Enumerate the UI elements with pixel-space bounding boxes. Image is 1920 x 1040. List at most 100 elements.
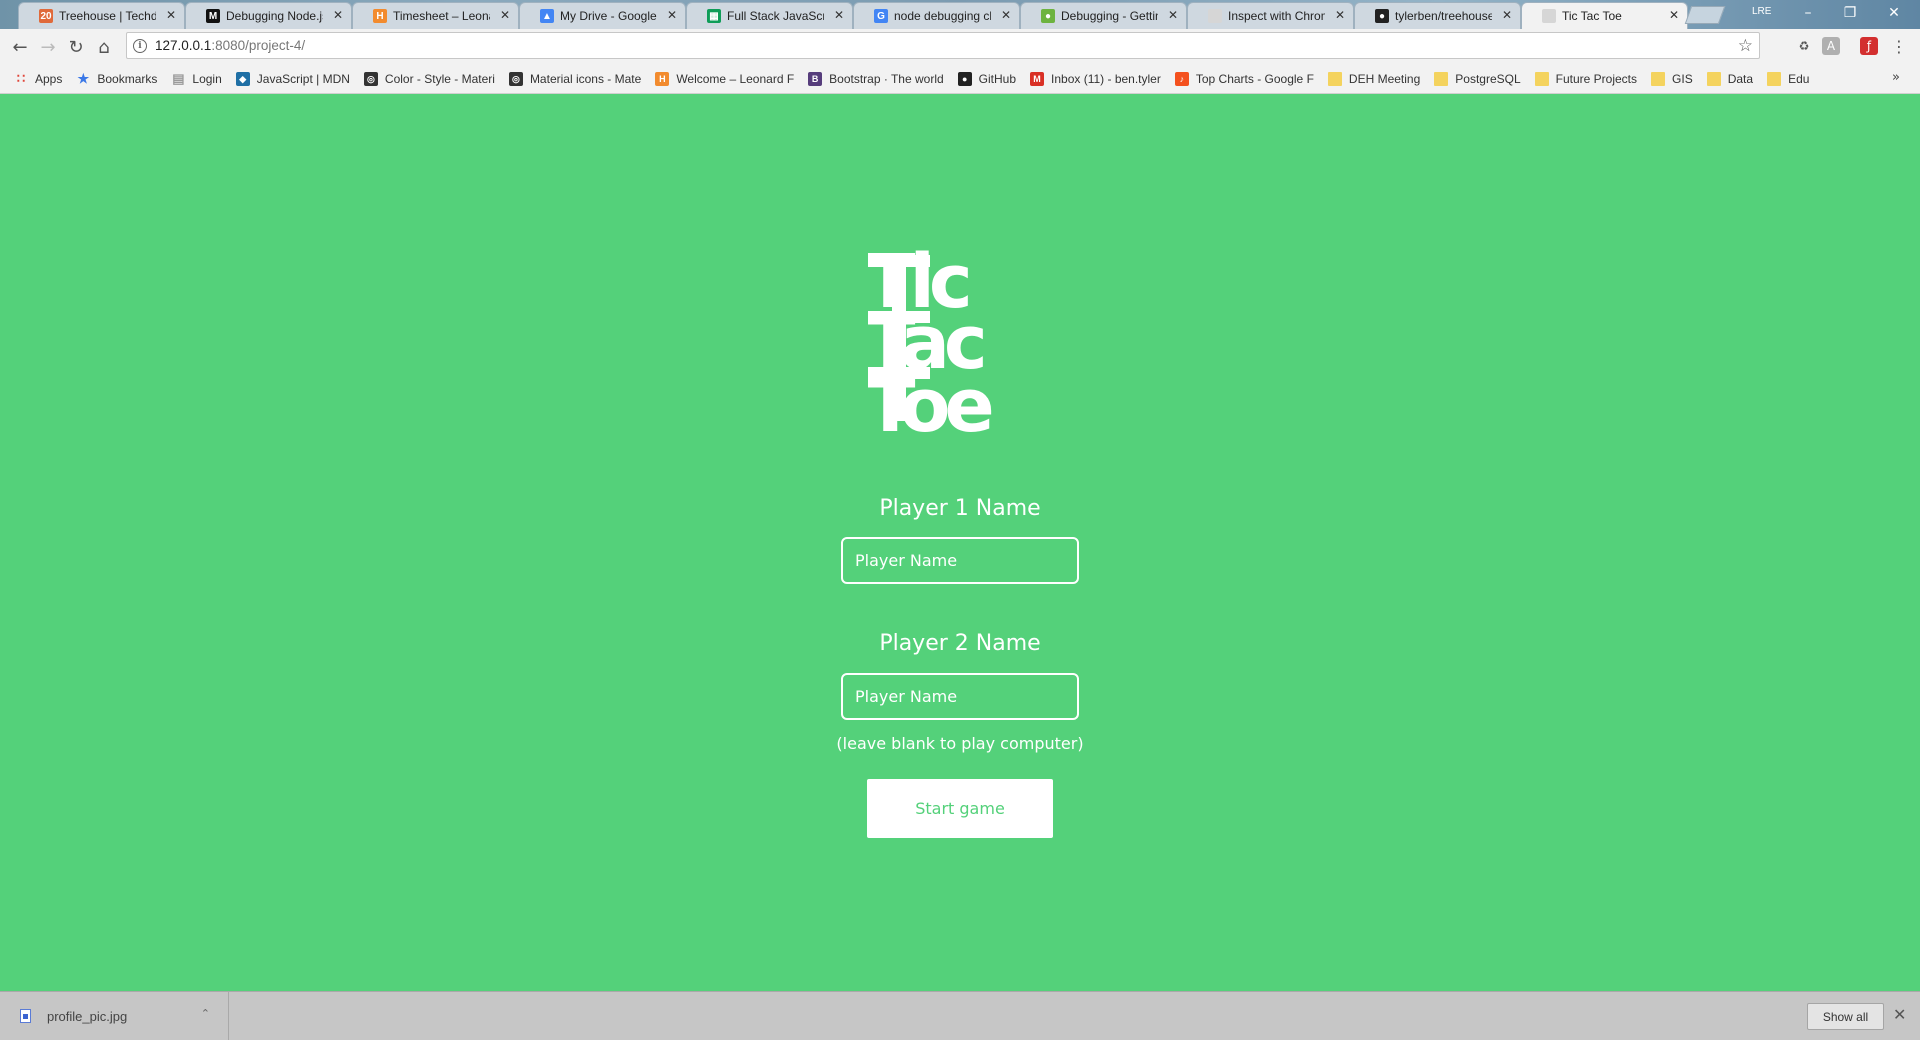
bookmarks-list: ∷ Apps ★ Bookmarks ▤ Login ◆ JavaScript | MDN ◎ C… <box>14 69 1823 89</box>
tab-close-icon[interactable]: ✕ <box>1168 8 1178 22</box>
home-icon[interactable]: ⌂ <box>92 35 116 59</box>
bookmark-item[interactable]: ♪ Top Charts - Google F <box>1174 72 1314 86</box>
tab-favicon-icon: 20 <box>39 9 53 23</box>
browser-tab[interactable]: Gnode debugging ch ✕ <box>853 2 1020 29</box>
player1-name-input[interactable] <box>841 537 1079 584</box>
folder-icon <box>1706 72 1721 86</box>
tab-favicon-icon: H <box>373 9 387 23</box>
bookmark-label: Top Charts - Google F <box>1195 72 1314 86</box>
menu-kebab-icon[interactable]: ⋮ <box>1890 37 1908 56</box>
tic-tac-toe-logo: Tic Tac Toe <box>868 245 997 449</box>
bookmark-label: Edu <box>1788 72 1810 86</box>
bookmark-star-icon[interactable]: ☆ <box>1738 36 1753 56</box>
player2-name-input[interactable] <box>841 673 1079 720</box>
bookmark-item[interactable]: ◎ Color - Style - Materi <box>363 72 495 86</box>
bookmark-item[interactable]: ▤ Login <box>171 71 222 86</box>
restore-icon[interactable]: ❐ <box>1830 2 1870 24</box>
tab-title: Inspect with Chrom <box>1228 9 1325 23</box>
browser-tab[interactable]: ▦ Full Stack JavaScript ✕ <box>686 2 853 29</box>
tab-title: node debugging ch <box>894 9 991 23</box>
harvest-icon: H <box>655 72 670 86</box>
star-icon: ★ <box>77 71 90 86</box>
extension-pdf-icon[interactable]: ƒ <box>1860 37 1878 55</box>
bookmark-label: Future Projects <box>1555 72 1638 86</box>
player2-label: Player 2 Name <box>879 631 1041 656</box>
close-window-icon[interactable]: ✕ <box>1874 2 1914 24</box>
bookmark-item[interactable]: ◎ Material icons - Mate <box>508 72 642 86</box>
folder-icon <box>1651 72 1666 86</box>
bookmark-label: Material icons - Mate <box>529 72 642 86</box>
site-info-icon[interactable]: i <box>133 38 147 53</box>
minimize-icon[interactable]: – <box>1788 2 1828 24</box>
tab-favicon-icon: G <box>874 9 888 23</box>
browser-tab[interactable]: Inspect with Chrom ✕ <box>1187 2 1354 29</box>
github-icon: ● <box>957 72 972 86</box>
browser-tab[interactable]: ● tylerben/treehouse ✕ <box>1354 2 1521 29</box>
browser-tab[interactable]: Tic Tac Toe ✕ <box>1521 2 1688 29</box>
extension-translate-icon[interactable]: A <box>1822 37 1840 55</box>
browser-tab[interactable]: M Debugging Node.js ✕ <box>185 2 352 29</box>
address-bar[interactable]: i 127.0.0.1:8080/project-4/ ☆ <box>126 32 1760 59</box>
charts-icon: ♪ <box>1174 72 1189 86</box>
bookmark-item[interactable]: Data <box>1706 72 1754 86</box>
tab-title: Full Stack JavaScript <box>727 9 824 23</box>
tab-close-icon[interactable]: ✕ <box>667 8 677 22</box>
tab-close-icon[interactable]: ✕ <box>1502 8 1512 22</box>
bookmark-item[interactable]: Edu <box>1767 72 1809 86</box>
tab-close-icon[interactable]: ✕ <box>1001 8 1011 22</box>
bookmark-item[interactable]: H Welcome – Leonard F <box>655 72 794 86</box>
forward-arrow-icon[interactable]: → <box>36 35 60 59</box>
bookmark-item[interactable]: B Bootstrap · The world <box>808 72 944 86</box>
image-file-icon <box>20 1009 31 1023</box>
new-tab-button[interactable] <box>1684 6 1726 24</box>
tab-title: Treehouse | Techdeg <box>59 9 156 23</box>
bookmark-item[interactable]: Future Projects <box>1534 72 1638 86</box>
bookmark-label: Data <box>1727 72 1754 86</box>
start-screen: Tic Tac Toe Player 1 Name Player 2 Name … <box>0 95 1920 991</box>
browser-toolbar: ← → ↻ ⌂ i 127.0.0.1:8080/project-4/ ☆ ♻ … <box>0 29 1920 64</box>
bookmark-label: GIS <box>1672 72 1693 86</box>
browser-tab[interactable]: H Timesheet – Leonar ✕ <box>352 2 519 29</box>
extension-recycle-icon[interactable]: ♻ <box>1795 37 1813 55</box>
bookmark-label: Welcome – Leonard F <box>676 72 795 86</box>
bookmark-item[interactable]: ◆ JavaScript | MDN <box>235 72 350 86</box>
tab-close-icon[interactable]: ✕ <box>834 8 844 22</box>
bookmark-item[interactable]: DEH Meeting <box>1327 72 1421 86</box>
bookmark-label: DEH Meeting <box>1348 72 1421 86</box>
bookmark-item[interactable]: M Inbox (11) - ben.tyler <box>1030 72 1161 86</box>
address-url[interactable]: 127.0.0.1:8080/project-4/ <box>155 38 305 53</box>
tab-close-icon[interactable]: ✕ <box>1669 8 1679 22</box>
bookmark-label: Login <box>192 72 222 86</box>
bookmark-item[interactable]: GIS <box>1651 72 1693 86</box>
close-shelf-icon[interactable]: ✕ <box>1893 1005 1906 1024</box>
browser-tab[interactable]: ● Debugging - Gettin ✕ <box>1020 2 1187 29</box>
apps-grid-icon: ∷ <box>16 71 26 86</box>
reload-icon[interactable]: ↻ <box>64 35 88 59</box>
bookmark-item[interactable]: PostgreSQL <box>1434 72 1521 86</box>
folder-icon <box>1767 72 1782 86</box>
start-game-button[interactable]: Start game <box>867 779 1053 838</box>
tab-close-icon[interactable]: ✕ <box>500 8 510 22</box>
bookmark-item[interactable]: ∷ Apps <box>14 71 63 86</box>
chevron-up-icon[interactable]: ⌃ <box>201 1007 210 1020</box>
bookmark-label: Color - Style - Materi <box>384 72 495 86</box>
tab-close-icon[interactable]: ✕ <box>333 8 343 22</box>
gmail-icon: M <box>1030 72 1045 86</box>
download-item[interactable]: profile_pic.jpg ⌃ <box>0 992 229 1040</box>
bookmark-label: JavaScript | MDN <box>256 72 350 86</box>
logo-word-3: Toe <box>868 363 991 449</box>
show-all-button[interactable]: Show all <box>1807 1003 1884 1030</box>
bookmark-item[interactable]: ★ Bookmarks <box>76 71 158 86</box>
bookmark-item[interactable]: ● GitHub <box>957 72 1016 86</box>
tab-close-icon[interactable]: ✕ <box>1335 8 1345 22</box>
tab-favicon-icon: ● <box>1375 9 1389 23</box>
browser-tab[interactable]: ▲ My Drive - Google D ✕ <box>519 2 686 29</box>
tab-close-icon[interactable]: ✕ <box>166 8 176 22</box>
bookmarks-overflow-icon[interactable]: » <box>1892 70 1900 85</box>
back-arrow-icon[interactable]: ← <box>8 35 32 59</box>
browser-tab[interactable]: 20 Treehouse | Techdeg ✕ <box>18 2 185 29</box>
folder-icon <box>1534 72 1549 86</box>
url-host: 127.0.0.1 <box>155 38 212 53</box>
tab-title: tylerben/treehouse <box>1395 9 1492 23</box>
profile-label[interactable]: LRE <box>1752 6 1771 17</box>
